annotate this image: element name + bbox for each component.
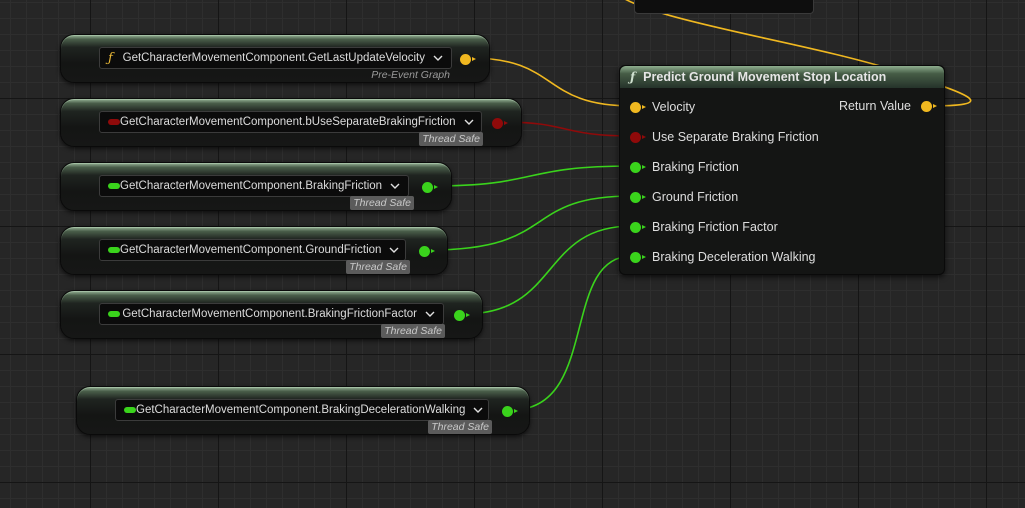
chevron-down-icon[interactable] bbox=[473, 405, 483, 415]
input-label: Braking Deceleration Walking bbox=[652, 250, 816, 264]
node-header[interactable]: ƒ Predict Ground Movement Stop Location bbox=[620, 66, 944, 88]
input-label: Use Separate Braking Friction bbox=[652, 130, 819, 144]
thread-safe-tag: Thread Safe bbox=[381, 324, 445, 338]
input-label: Ground Friction bbox=[652, 190, 739, 204]
getter-node-ground-friction[interactable]: GetCharacterMovementComponent.GroundFric… bbox=[60, 226, 448, 275]
input-label: Braking Friction Factor bbox=[652, 220, 778, 234]
input-pin[interactable] bbox=[630, 191, 646, 203]
input-use-separate-braking-friction[interactable]: Use Separate Braking Friction bbox=[630, 129, 819, 145]
thread-safe-tag: Thread Safe bbox=[419, 132, 483, 146]
getter-label: GetCharacterMovementComponent.BrakingFri… bbox=[122, 308, 417, 320]
input-braking-friction-factor[interactable]: Braking Friction Factor bbox=[630, 219, 778, 235]
input-pin[interactable] bbox=[630, 101, 646, 113]
float-pin-icon bbox=[124, 407, 136, 413]
chevron-down-icon[interactable] bbox=[425, 309, 435, 319]
input-pin[interactable] bbox=[630, 221, 646, 233]
getter-body[interactable]: GetCharacterMovementComponent.GroundFric… bbox=[99, 239, 406, 261]
getter-body[interactable]: GetCharacterMovementComponent.bUseSepara… bbox=[99, 111, 482, 133]
input-ground-friction[interactable]: Ground Friction bbox=[630, 189, 738, 205]
getter-node-braking-deceleration-walking[interactable]: GetCharacterMovementComponent.BrakingDec… bbox=[76, 386, 530, 435]
getter-body[interactable]: GetCharacterMovementComponent.BrakingFri… bbox=[99, 303, 444, 325]
getter-body[interactable]: GetCharacterMovementComponent.BrakingDec… bbox=[115, 399, 489, 421]
float-pin-icon bbox=[108, 247, 120, 253]
wire-braking-deceleration-walking bbox=[511, 255, 633, 411]
input-velocity[interactable]: Velocity bbox=[630, 99, 695, 115]
input-braking-deceleration-walking[interactable]: Braking Deceleration Walking bbox=[630, 249, 816, 265]
thread-safe-tag: Thread Safe bbox=[428, 420, 492, 434]
output-pin[interactable] bbox=[502, 406, 518, 417]
getter-label: GetCharacterMovementComponent.GroundFric… bbox=[120, 244, 382, 256]
float-pin-icon bbox=[108, 183, 120, 189]
getter-label: GetCharacterMovementComponent.GetLastUpd… bbox=[122, 52, 425, 64]
thread-safe-tag: Thread Safe bbox=[346, 260, 410, 274]
output-pin[interactable] bbox=[419, 246, 435, 257]
getter-label: GetCharacterMovementComponent.bUseSepara… bbox=[120, 116, 456, 128]
output-pin[interactable] bbox=[454, 310, 470, 321]
getter-node-last-update-velocity[interactable]: ƒ GetCharacterMovementComponent.GetLastU… bbox=[60, 34, 490, 83]
wire-braking-friction bbox=[431, 165, 633, 187]
output-pin[interactable] bbox=[460, 54, 476, 65]
output-return-value[interactable]: Return Value bbox=[838, 99, 937, 113]
graph-tag: Pre-Event Graph bbox=[371, 69, 450, 81]
getter-label: GetCharacterMovementComponent.BrakingFri… bbox=[120, 180, 383, 192]
thread-safe-tag: Thread Safe bbox=[350, 196, 414, 210]
getter-node-braking-friction-factor[interactable]: GetCharacterMovementComponent.BrakingFri… bbox=[60, 290, 483, 339]
getter-label: GetCharacterMovementComponent.BrakingDec… bbox=[136, 404, 466, 416]
getter-node-use-separate-braking-friction[interactable]: GetCharacterMovementComponent.bUseSepara… bbox=[60, 98, 522, 147]
chevron-down-icon[interactable] bbox=[389, 245, 399, 255]
input-label: Braking Friction bbox=[652, 160, 739, 174]
offscreen-node[interactable] bbox=[634, 0, 814, 14]
function-icon: ƒ bbox=[630, 70, 636, 84]
float-pin-icon bbox=[108, 311, 122, 317]
getter-node-braking-friction[interactable]: GetCharacterMovementComponent.BrakingFri… bbox=[60, 162, 452, 211]
input-label: Velocity bbox=[652, 100, 696, 114]
getter-body[interactable]: ƒ GetCharacterMovementComponent.GetLastU… bbox=[99, 47, 452, 69]
output-pin[interactable] bbox=[422, 182, 438, 193]
node-title: Predict Ground Movement Stop Location bbox=[643, 70, 887, 84]
predict-ground-movement-stop-location-node[interactable]: ƒ Predict Ground Movement Stop Location … bbox=[619, 65, 945, 275]
output-pin[interactable] bbox=[921, 100, 937, 112]
input-pin[interactable] bbox=[630, 131, 646, 143]
wire-braking-friction-factor bbox=[463, 225, 633, 315]
chevron-down-icon[interactable] bbox=[433, 53, 443, 63]
wire-ground-friction bbox=[428, 195, 633, 251]
output-label: Return Value bbox=[838, 99, 911, 113]
chevron-down-icon[interactable] bbox=[390, 181, 400, 191]
input-pin[interactable] bbox=[630, 251, 646, 263]
bool-pin-icon bbox=[108, 119, 120, 125]
function-icon: ƒ bbox=[108, 50, 113, 66]
input-braking-friction[interactable]: Braking Friction bbox=[630, 159, 739, 175]
input-pin[interactable] bbox=[630, 161, 646, 173]
getter-body[interactable]: GetCharacterMovementComponent.BrakingFri… bbox=[99, 175, 409, 197]
chevron-down-icon[interactable] bbox=[464, 117, 474, 127]
output-pin[interactable] bbox=[492, 118, 508, 129]
